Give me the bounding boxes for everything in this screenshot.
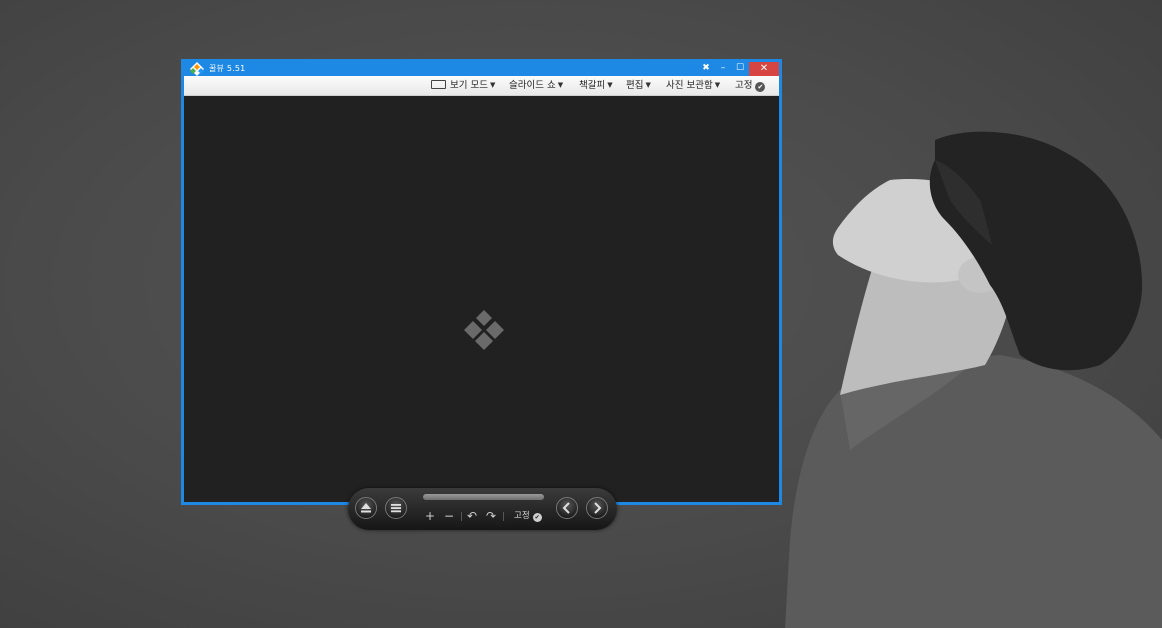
- zoom-out-button[interactable]: −: [444, 509, 454, 523]
- eject-icon: [361, 503, 371, 513]
- wallpaper-person-image: [785, 131, 1162, 628]
- menu-view-mode[interactable]: 보기 모드 ▼: [431, 76, 495, 95]
- chevron-down-icon: ▼: [645, 81, 651, 89]
- menu-photo-storage-label: 사진 보관함: [666, 80, 713, 91]
- view-mode-icon: [431, 80, 446, 89]
- menu-slideshow[interactable]: 슬라이드 쇼 ▼: [509, 76, 563, 95]
- rotate-right-button[interactable]: ↷: [486, 509, 496, 523]
- title-bar[interactable]: 꿀뷰 5.51 ✖ – ☐ ✕: [184, 62, 779, 76]
- control-pin-toggle[interactable]: 고정 ✔: [514, 510, 542, 522]
- menu-edit[interactable]: 편집 ▼: [626, 76, 651, 95]
- rotate-left-button[interactable]: ↶: [467, 509, 477, 523]
- app-logo-icon: [190, 62, 204, 76]
- divider: [461, 512, 462, 521]
- menu-bookmark-label: 책갈피: [579, 80, 606, 91]
- zoom-in-button[interactable]: +: [425, 509, 435, 523]
- chevron-down-icon: ▼: [607, 81, 613, 89]
- menu-pin-label: 고정: [735, 80, 753, 91]
- menu-edit-label: 편집: [626, 80, 644, 91]
- eject-button[interactable]: [355, 497, 377, 519]
- chevron-down-icon: ▼: [489, 81, 496, 89]
- previous-button[interactable]: [556, 497, 578, 519]
- window-title: 꿀뷰 5.51: [209, 64, 246, 73]
- chevron-right-icon: [594, 502, 602, 514]
- control-pin-label: 고정: [514, 511, 530, 521]
- check-icon: ✔: [532, 513, 542, 522]
- check-icon: ✔: [755, 82, 766, 92]
- menu-photo-storage[interactable]: 사진 보관함 ▼: [666, 76, 720, 95]
- chevron-down-icon: ▼: [557, 81, 564, 89]
- close-button[interactable]: ✕: [749, 62, 779, 76]
- chevron-left-icon: [562, 502, 570, 514]
- pin-window-button[interactable]: ✖: [698, 62, 714, 76]
- menu-bar: 보기 모드 ▼ 슬라이드 쇼 ▼ 책갈피 ▼ 편집 ▼ 사진 보관함 ▼ 고정 ✔: [184, 76, 779, 96]
- app-logo-placeholder-icon: [464, 310, 504, 350]
- app-window: 꿀뷰 5.51 ✖ – ☐ ✕ 보기 모드 ▼ 슬라이드 쇼 ▼ 책갈피 ▼ 편집 ▼ …: [181, 59, 782, 530]
- image-viewer-area[interactable]: + − ↶ ↷ 고정 ✔: [184, 96, 779, 530]
- minimize-button[interactable]: –: [715, 62, 731, 76]
- divider: [503, 512, 504, 521]
- menu-pin-toggle[interactable]: 고정 ✔: [735, 76, 766, 95]
- menu-view-mode-label: 보기 모드: [450, 80, 488, 91]
- menu-slideshow-label: 슬라이드 쇼: [509, 80, 556, 91]
- next-button[interactable]: [586, 497, 608, 519]
- list-menu-button[interactable]: [385, 497, 407, 519]
- hamburger-icon: [391, 504, 401, 513]
- maximize-button[interactable]: ☐: [732, 62, 748, 76]
- control-bar: + − ↶ ↷ 고정 ✔: [348, 488, 617, 530]
- progress-slider[interactable]: [423, 494, 544, 500]
- menu-bookmark[interactable]: 책갈피 ▼: [579, 76, 613, 95]
- chevron-down-icon: ▼: [714, 81, 721, 89]
